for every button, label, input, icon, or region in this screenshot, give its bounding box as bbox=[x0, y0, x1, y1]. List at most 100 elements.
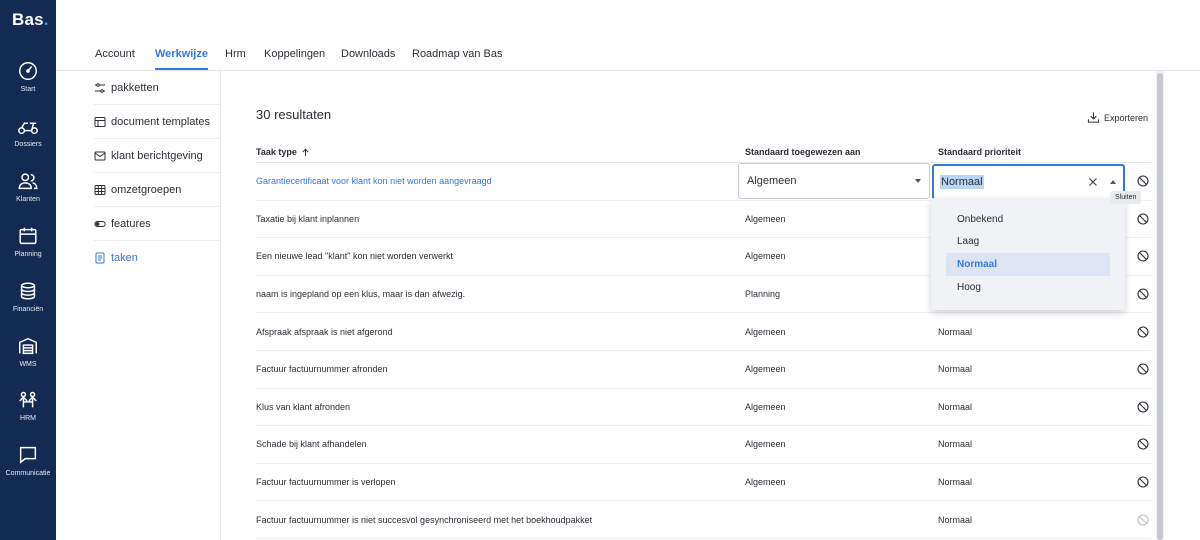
disable-button[interactable] bbox=[1136, 201, 1150, 238]
rail-label: Klanten bbox=[16, 196, 40, 203]
tab-roadmap[interactable]: Roadmap van Bas bbox=[412, 48, 503, 60]
rail-label: Communicatie bbox=[5, 470, 51, 477]
assign-select[interactable]: Algemeen bbox=[738, 163, 930, 199]
block-icon bbox=[1137, 213, 1149, 225]
column-header-prio[interactable]: Standaard prioriteit bbox=[938, 147, 1021, 157]
disable-button[interactable] bbox=[1136, 313, 1150, 350]
table-row: Klus van klant afronden Algemeen Normaal bbox=[256, 389, 1151, 427]
priority-option-hoog[interactable]: Hoog bbox=[946, 276, 1110, 299]
calendar-icon bbox=[19, 227, 37, 245]
subnav-label: document templates bbox=[111, 115, 211, 128]
task-type: Factuur factuurnummer is verlopen bbox=[256, 477, 396, 488]
subnav-label: taken bbox=[111, 252, 138, 264]
task-type: Factuur factuurnummer is niet succesvol … bbox=[256, 514, 593, 525]
column-header-type[interactable]: Taak type bbox=[256, 147, 310, 157]
rail-item-klanten[interactable]: Klanten bbox=[0, 170, 56, 222]
subnav-item-pakketten[interactable]: pakketten bbox=[94, 71, 221, 105]
block-icon bbox=[1137, 514, 1149, 526]
rail-item-hrm[interactable]: HRM bbox=[0, 389, 56, 441]
brand-logo[interactable]: Bas. bbox=[12, 10, 49, 30]
assigned-to[interactable]: Algemeen bbox=[745, 389, 786, 426]
rail-item-communicatie[interactable]: Communicatie bbox=[0, 444, 56, 496]
rail-label: Financiën bbox=[12, 306, 44, 313]
assigned-to[interactable]: Planning bbox=[745, 276, 780, 313]
assigned-to[interactable]: Algemeen bbox=[745, 464, 786, 501]
priority-option-onbekend[interactable]: Onbekend bbox=[946, 208, 1110, 231]
priority[interactable]: Normaal bbox=[938, 464, 972, 501]
rail-label: Planning bbox=[14, 251, 42, 258]
assigned-to[interactable]: Algemeen bbox=[745, 201, 786, 238]
disable-button[interactable] bbox=[1136, 276, 1150, 313]
rail-item-start[interactable]: Start bbox=[0, 60, 56, 112]
disable-button[interactable] bbox=[1136, 501, 1150, 538]
gauge-icon bbox=[19, 62, 37, 80]
chevron-down-icon bbox=[915, 179, 921, 183]
priority[interactable]: Normaal bbox=[938, 351, 972, 388]
block-icon bbox=[1137, 326, 1149, 338]
caret-up-icon[interactable] bbox=[1110, 180, 1116, 184]
users-icon bbox=[18, 173, 38, 190]
block-icon bbox=[1137, 250, 1149, 263]
task-type: Taxatie bij klant inplannen bbox=[256, 213, 360, 224]
scroll-thumb[interactable] bbox=[1157, 73, 1163, 540]
table-row: Schade bij klant afhandelen Algemeen Norma… bbox=[256, 426, 1151, 464]
priority-select-value[interactable]: Normaal bbox=[940, 175, 984, 189]
tab-account[interactable]: Account bbox=[95, 48, 135, 60]
rail-label: HRM bbox=[20, 415, 36, 422]
priority[interactable]: Normaal bbox=[938, 389, 972, 426]
rail-item-dossiers[interactable]: Dossiers bbox=[0, 115, 56, 167]
arrow-up-icon bbox=[302, 148, 309, 156]
task-type[interactable]: Garantiecertificaat voor klant kon niet … bbox=[256, 163, 492, 200]
assigned-to[interactable]: Algemeen bbox=[745, 313, 786, 350]
subnav-item-omzetgroepen[interactable]: omzetgroepen bbox=[94, 173, 221, 207]
disable-button[interactable] bbox=[1136, 238, 1150, 275]
disable-button[interactable] bbox=[1136, 426, 1150, 463]
column-header-assign[interactable]: Standaard toegewezen aan bbox=[745, 147, 861, 157]
disable-button[interactable] bbox=[1136, 351, 1150, 388]
rail-label: Dossiers bbox=[14, 141, 42, 148]
subnav-label: klant berichtgeving bbox=[111, 149, 203, 162]
priority[interactable]: Normaal bbox=[938, 501, 972, 538]
close-icon bbox=[1089, 178, 1097, 186]
settings-tabs: Account Werkwijze Hrm Koppelingen Downlo… bbox=[56, 40, 1200, 71]
sliders-icon bbox=[95, 82, 105, 93]
task-type: Factuur factuurnummer afronden bbox=[256, 364, 388, 375]
table-row: Factuur factuurnummer is verlopen Algemee… bbox=[256, 464, 1151, 502]
assigned-to[interactable]: Algemeen bbox=[745, 426, 786, 463]
subnav-item-taken[interactable]: taken bbox=[94, 241, 221, 275]
app: Bas. Start Dossiers Klanten Planning Fin… bbox=[0, 0, 1200, 540]
download-icon bbox=[1087, 112, 1100, 123]
rail-item-wms[interactable]: WMS bbox=[0, 335, 56, 387]
tab-hrm[interactable]: Hrm bbox=[225, 48, 246, 60]
rail-label: WMS bbox=[19, 361, 37, 368]
table-row: Factuur factuurnummer is niet succesvol … bbox=[256, 501, 1151, 539]
scrollbar[interactable] bbox=[1156, 71, 1164, 540]
subnav-item-features[interactable]: features bbox=[94, 207, 221, 241]
rail-label: Start bbox=[20, 86, 36, 93]
clear-button[interactable] bbox=[1086, 175, 1100, 189]
task-type: Klus van klant afronden bbox=[256, 401, 351, 412]
disable-button[interactable] bbox=[1136, 464, 1150, 501]
priority[interactable]: Normaal bbox=[938, 426, 972, 463]
rail-item-planning[interactable]: Planning bbox=[0, 225, 56, 277]
table-row: Factuur factuurnummer afronden Algemeen No… bbox=[256, 351, 1151, 389]
scooter-icon bbox=[18, 122, 38, 135]
export-button[interactable]: Exporteren bbox=[1087, 111, 1148, 124]
assigned-to[interactable]: Algemeen bbox=[745, 351, 786, 388]
priority-option-normaal[interactable]: Normaal bbox=[946, 253, 1110, 276]
task-type: Afspraak afspraak is niet afgerond bbox=[256, 326, 393, 337]
close-tooltip: Sluiten bbox=[1110, 191, 1142, 204]
priority[interactable]: Normaal bbox=[938, 313, 972, 350]
priority-select[interactable]: Normaal bbox=[932, 164, 1125, 200]
rail-item-financien[interactable]: Financiën bbox=[0, 280, 56, 332]
assigned-to[interactable]: Algemeen bbox=[745, 238, 786, 275]
tab-koppelingen[interactable]: Koppelingen bbox=[264, 48, 325, 60]
tab-werkwijze[interactable]: Werkwijze bbox=[155, 48, 208, 70]
subnav-label: omzetgroepen bbox=[111, 183, 182, 196]
subnav-item-klant-berichtgeving[interactable]: klant berichtgeving bbox=[94, 139, 221, 173]
warehouse-icon bbox=[19, 337, 37, 355]
priority-option-laag[interactable]: Laag bbox=[946, 231, 1110, 254]
tab-downloads[interactable]: Downloads bbox=[341, 48, 395, 60]
subnav-item-document-templates[interactable]: document templates bbox=[94, 105, 221, 139]
disable-button[interactable] bbox=[1136, 389, 1150, 426]
